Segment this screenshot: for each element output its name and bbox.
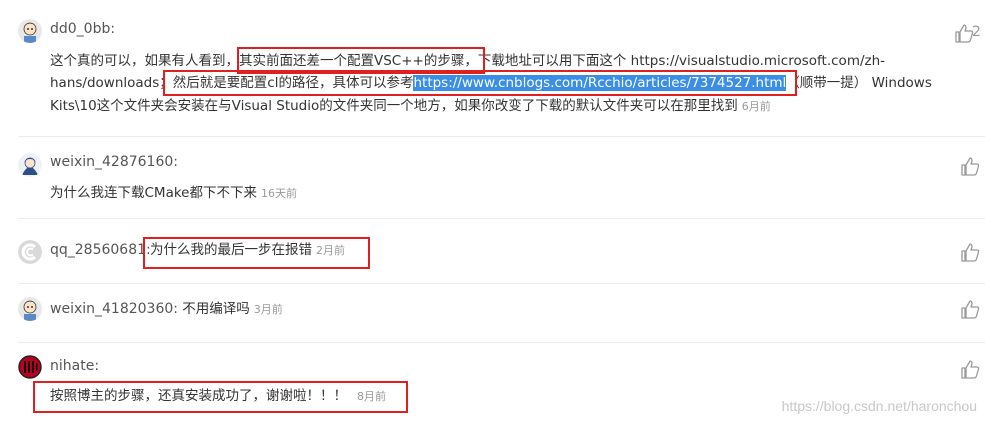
- avatar-icon: [18, 153, 42, 177]
- annotation-box: [33, 381, 408, 413]
- comment-time: 3月前: [253, 303, 283, 316]
- comment-time: 16天前: [261, 187, 297, 200]
- comment-item: weixin_41820360: 不用编译吗 3月前: [0, 284, 985, 344]
- comment-text: hans/downloads: [50, 75, 160, 91]
- comment-text: 不用编译吗: [182, 301, 250, 317]
- comment-text-line-3: Kits\10这个文件夹会安装在与Visual Studio的文件夹同一个地方，…: [50, 95, 771, 118]
- comment-username[interactable]: weixin_42876160:: [50, 154, 178, 170]
- comment-text-line: 为什么我连下载CMake都下不下来 16天前: [50, 182, 297, 205]
- annotation-box: [163, 70, 797, 96]
- comment-username[interactable]: dd0_0bb:: [50, 21, 115, 37]
- avatar[interactable]: [18, 240, 42, 264]
- thumbs-up-icon[interactable]: [959, 241, 981, 263]
- thumbs-up-icon[interactable]: [959, 298, 981, 320]
- like-count: 2: [972, 24, 981, 40]
- thumbs-up-icon[interactable]: [959, 155, 981, 177]
- comment-text: 为什么我连下载CMake都下不下来: [50, 185, 257, 201]
- watermark: https://blog.csdn.net/haronchou: [781, 398, 977, 414]
- comment-item: qq_28560681: 为什么我的最后一步在报错 2月前: [0, 219, 985, 281]
- comment-text-line: weixin_41820360: 不用编译吗 3月前: [50, 298, 283, 321]
- comment-text: 下载地址可以用下面这个 https://visualstudio.microso…: [477, 53, 886, 69]
- comment-username[interactable]: qq_28560681:: [50, 242, 151, 258]
- comment-username[interactable]: nihate:: [50, 358, 99, 374]
- comment-username[interactable]: weixin_41820360:: [50, 301, 178, 317]
- avatar-icon: [18, 355, 42, 379]
- avatar-icon: [18, 19, 42, 43]
- comment-time: 6月前: [741, 100, 771, 113]
- comment-text: （顺带一提） Windows: [786, 75, 932, 91]
- annotation-box: [143, 237, 370, 269]
- thumbs-up-icon[interactable]: [959, 358, 981, 380]
- avatar[interactable]: [18, 19, 42, 43]
- avatar-icon: [18, 240, 42, 264]
- comment-text: Kits\10这个文件夹会安装在与Visual Studio的文件夹同一个地方，…: [50, 98, 738, 114]
- avatar[interactable]: [18, 297, 42, 321]
- comment-item: weixin_42876160: 为什么我连下载CMake都下不下来 16天前: [0, 137, 985, 214]
- comment-item: dd0_0bb: 2 这个真的可以，如果有人看到，其实前面还差一个配置VSC++…: [0, 0, 985, 135]
- avatar[interactable]: [18, 355, 42, 379]
- avatar[interactable]: [18, 153, 42, 177]
- comment-text: 这个真的可以，如果有人看到，: [50, 53, 239, 69]
- avatar-icon: [18, 297, 42, 321]
